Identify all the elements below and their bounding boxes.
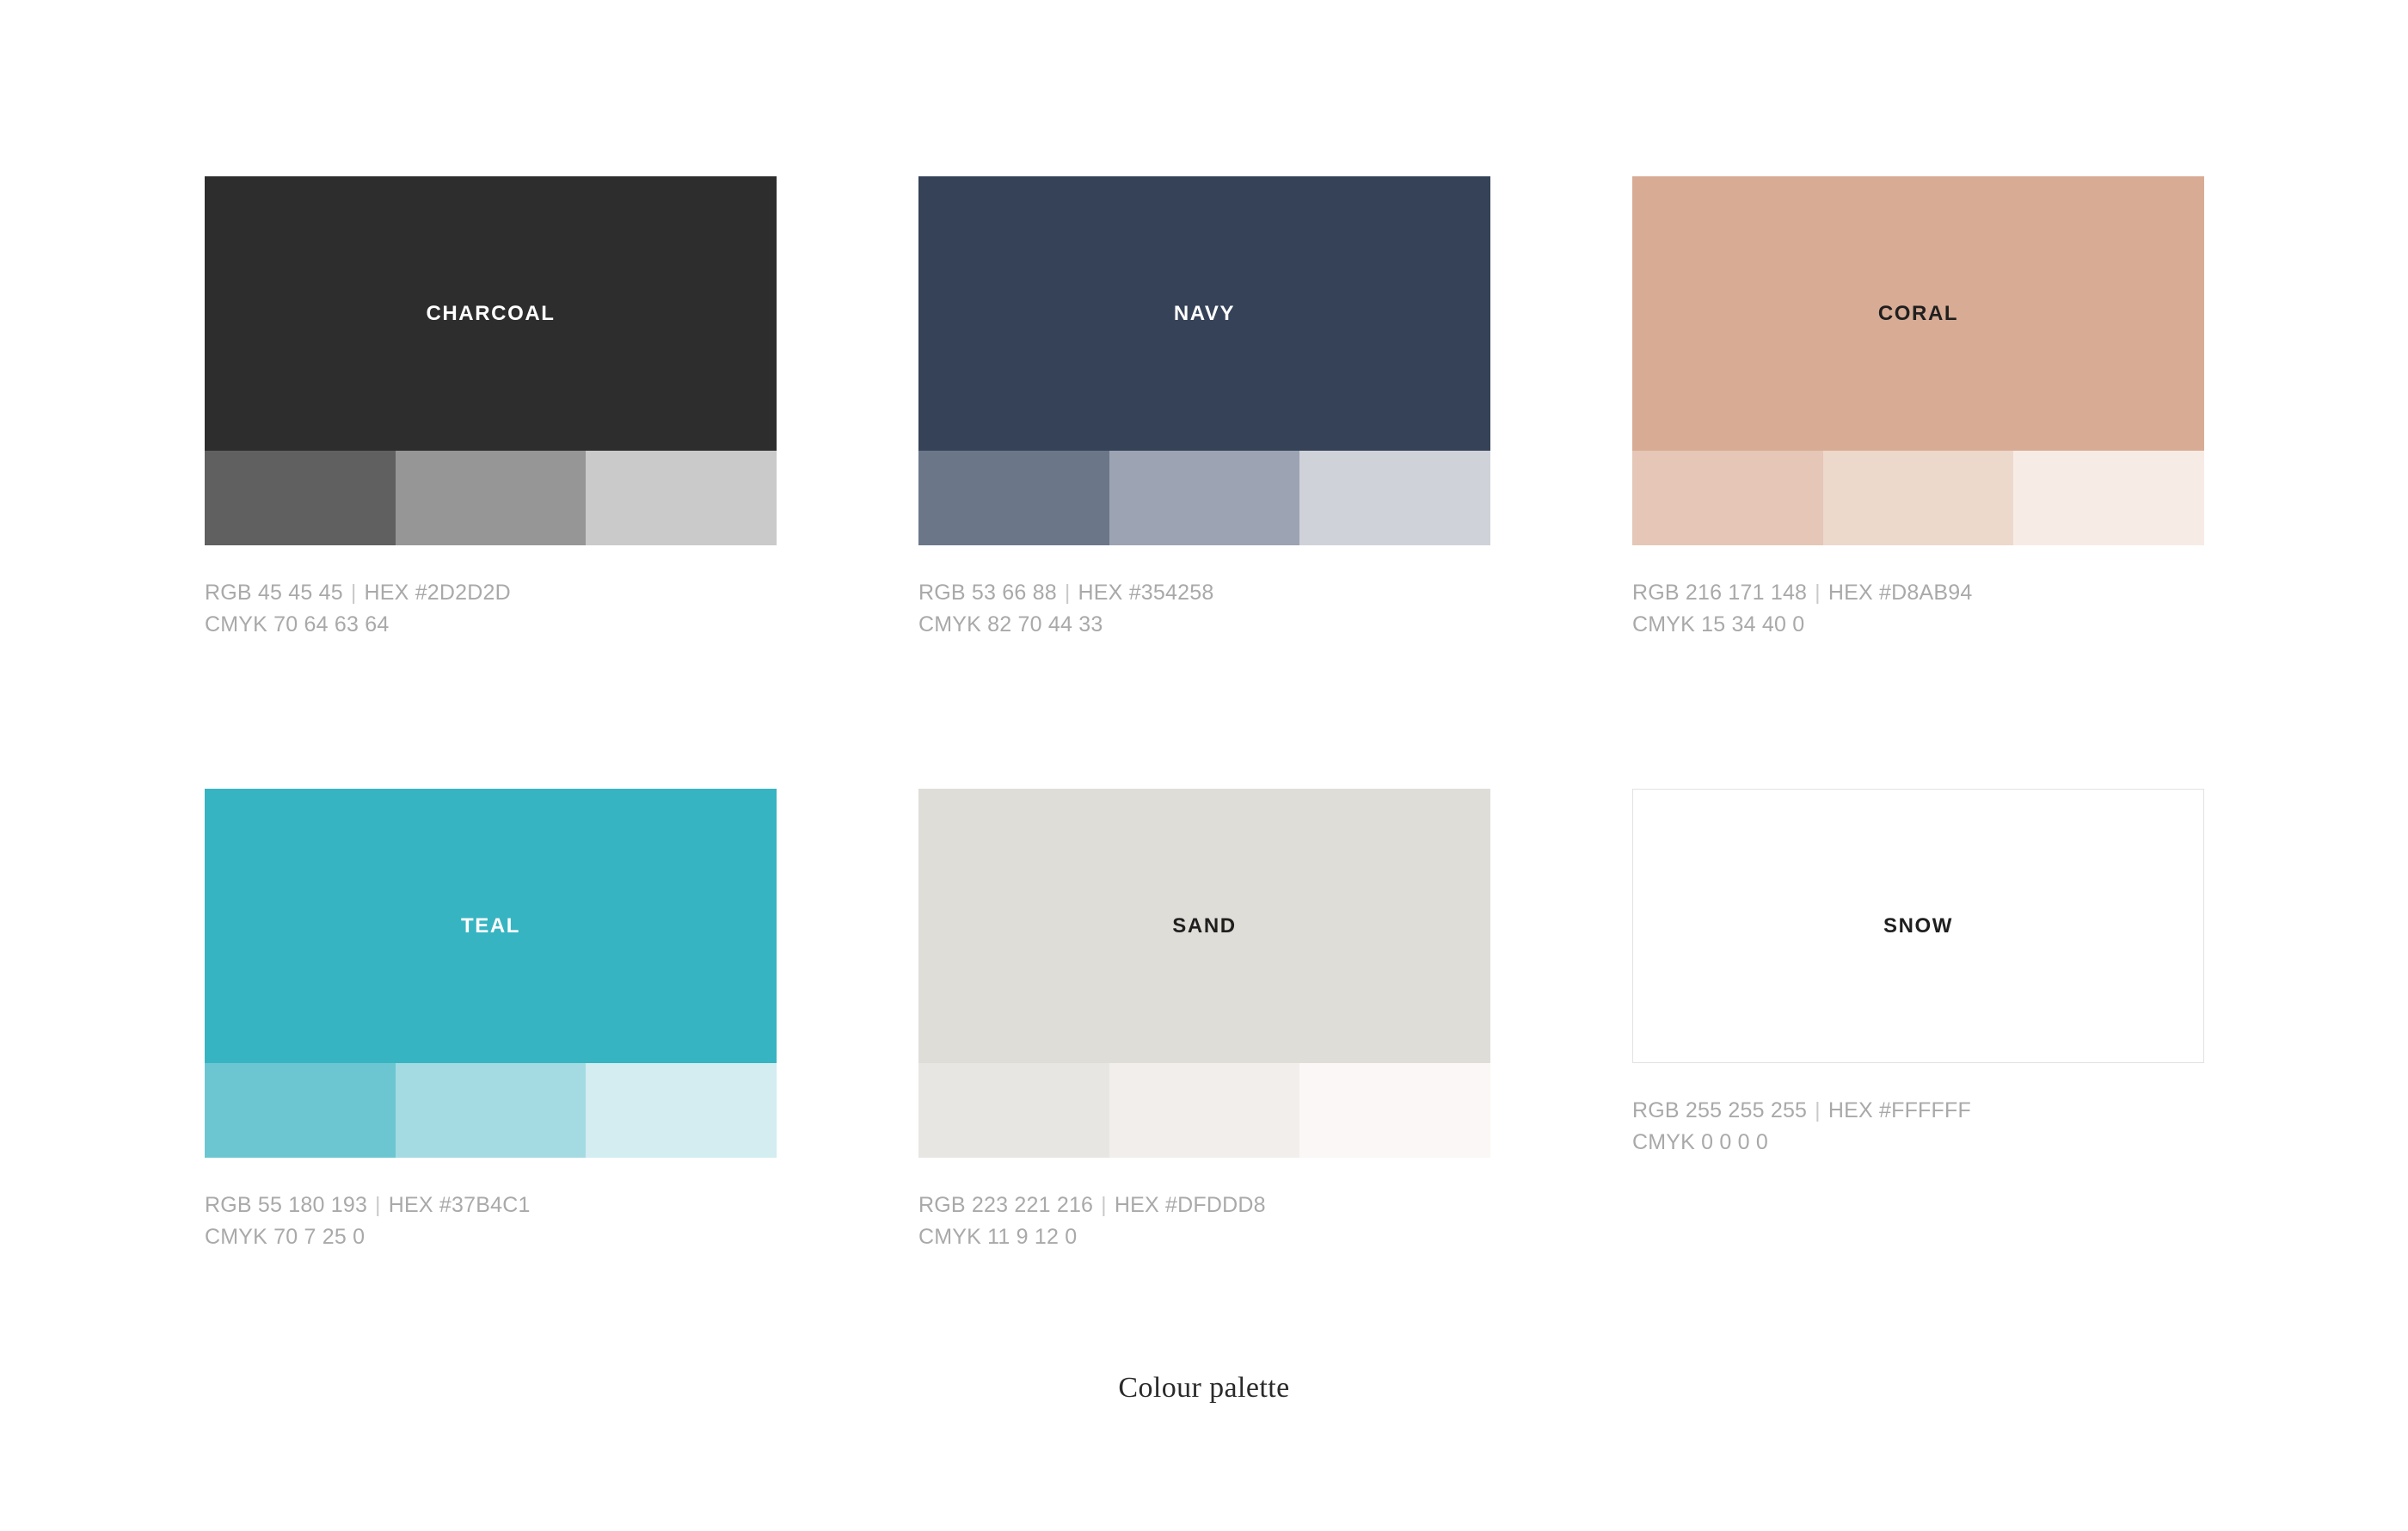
tint-teal-2 (395, 1063, 587, 1158)
swatch-rgb-value-charcoal: RGB 45 45 45 (205, 581, 343, 605)
tint-navy-3 (1299, 451, 1491, 545)
swatch-hex-value-charcoal: HEX #2D2D2D (364, 581, 511, 605)
swatch-caption-coral: RGB 216 171 148 | HEX #D8AB94 CMYK 15 34 40… (1632, 577, 2204, 641)
swatch-rgb-hex-line-sand: RGB 223 221 216 | HEX #DFDDD8 (918, 1190, 1490, 1221)
swatch-cmyk-value-charcoal: CMYK 70 64 63 64 (205, 612, 390, 636)
tint-coral-2 (1822, 451, 2014, 545)
swatch-label-coral: CORAL (1877, 301, 1959, 325)
swatch-rgb-hex-line-coral: RGB 216 171 148 | HEX #D8AB94 (1632, 577, 2204, 609)
swatch-rgb-hex-line-navy: RGB 53 66 88 | HEX #354258 (918, 577, 1490, 609)
tint-charcoal-2 (395, 451, 587, 545)
swatch-caption-navy: RGB 53 66 88 | HEX #354258 CMYK 82 70 44 33 (918, 577, 1490, 641)
swatch-rgb-hex-line-charcoal: RGB 45 45 45 | HEX #2D2D2D (205, 577, 777, 609)
swatch-caption-divider-snow: | (1815, 1098, 1821, 1122)
swatch-rgb-value-sand: RGB 223 221 216 (918, 1193, 1094, 1217)
tint-strip-coral (1632, 451, 2205, 545)
swatch-rgb-value-snow: RGB 255 255 255 (1632, 1098, 1808, 1122)
swatch-label-charcoal: CHARCOAL (426, 301, 556, 325)
swatch-label-teal: TEAL (460, 913, 521, 938)
swatch-caption-divider-teal: | (375, 1193, 381, 1217)
swatch-rgb-value-coral: RGB 216 171 148 (1632, 581, 1808, 605)
swatch-caption-divider-navy: | (1064, 581, 1071, 605)
swatch-rgb-value-teal: RGB 55 180 193 (205, 1193, 368, 1217)
tint-coral-1 (1632, 451, 1823, 545)
tint-sand-2 (1109, 1063, 1300, 1158)
swatch-caption-divider-coral: | (1815, 581, 1821, 605)
tint-navy-2 (1109, 451, 1300, 545)
swatch-cmyk-value-coral: CMYK 15 34 40 0 (1632, 612, 1805, 636)
tint-coral-3 (2013, 451, 2205, 545)
swatch-rgb-hex-line-teal: RGB 55 180 193 | HEX #37B4C1 (205, 1190, 777, 1221)
swatch-main-block-teal: TEAL (205, 789, 777, 1063)
swatch-caption-snow: RGB 255 255 255 | HEX #FFFFFF CMYK 0 0 0 0 (1632, 1095, 2204, 1159)
swatch-label-navy: NAVY (1173, 301, 1236, 325)
swatch-main-block-snow: SNOW (1632, 789, 2204, 1063)
swatch-card-snow: SNOW RGB 255 255 255 | HEX #FFFFFF CMYK 0 0 … (1632, 789, 2204, 1253)
figure-caption: Colour palette (1118, 1372, 1290, 1404)
tint-strip-sand (918, 1063, 1491, 1158)
tint-charcoal-1 (205, 451, 396, 545)
swatch-hex-value-navy: HEX #354258 (1078, 581, 1214, 605)
tint-sand-1 (918, 1063, 1109, 1158)
swatch-card-navy: NAVY RGB 53 66 88 | HEX #354258 CMYK 82 70 4… (918, 176, 1491, 641)
swatch-label-snow: SNOW (1883, 913, 1954, 938)
swatch-cmyk-value-teal: CMYK 70 7 25 0 (205, 1225, 366, 1249)
tint-strip-navy (918, 451, 1491, 545)
tint-navy-1 (918, 451, 1109, 545)
tint-charcoal-3 (586, 451, 777, 545)
swatch-hex-value-teal: HEX #37B4C1 (388, 1193, 531, 1217)
tint-strip-teal (205, 1063, 777, 1158)
swatch-main-block-coral: CORAL (1632, 176, 2204, 451)
swatch-card-sand: SAND RGB 223 221 216 | HEX #DFDDD8 CMYK 11 9… (918, 789, 1491, 1253)
swatch-caption-divider-sand: | (1101, 1193, 1107, 1217)
tint-teal-1 (205, 1063, 396, 1158)
swatch-cmyk-value-navy: CMYK 82 70 44 33 (918, 612, 1103, 636)
swatch-cmyk-value-snow: CMYK 0 0 0 0 (1632, 1130, 1769, 1154)
swatch-main-block-navy: NAVY (918, 176, 1490, 451)
swatch-caption-teal: RGB 55 180 193 | HEX #37B4C1 CMYK 70 7 25 0 (205, 1190, 777, 1253)
swatch-label-sand: SAND (1172, 913, 1237, 938)
swatch-main-block-charcoal: CHARCOAL (205, 176, 777, 451)
swatch-cmyk-value-sand: CMYK 11 9 12 0 (918, 1225, 1078, 1249)
swatch-rgb-value-navy: RGB 53 66 88 (918, 581, 1057, 605)
swatch-caption-sand: RGB 223 221 216 | HEX #DFDDD8 CMYK 11 9 12 … (918, 1190, 1490, 1253)
swatch-card-charcoal: CHARCOAL RGB 45 45 45 | HEX #2D2D2D CMYK 70 … (205, 176, 777, 641)
swatch-hex-value-sand: HEX #DFDDD8 (1114, 1193, 1266, 1217)
swatch-main-block-sand: SAND (918, 789, 1490, 1063)
swatch-card-teal: TEAL RGB 55 180 193 | HEX #37B4C1 CMYK 70 7 … (205, 789, 777, 1253)
tint-teal-3 (586, 1063, 777, 1158)
swatch-caption-divider-charcoal: | (350, 581, 357, 605)
tint-strip-charcoal (205, 451, 777, 545)
tint-sand-3 (1299, 1063, 1491, 1158)
swatch-grid: CHARCOAL RGB 45 45 45 | HEX #2D2D2D CMYK 70 … (205, 176, 2205, 1253)
colour-palette-page: CHARCOAL RGB 45 45 45 | HEX #2D2D2D CMYK 70 … (0, 0, 2408, 1531)
swatch-hex-value-coral: HEX #D8AB94 (1828, 581, 1973, 605)
swatch-hex-value-snow: HEX #FFFFFF (1828, 1098, 1971, 1122)
swatch-rgb-hex-line-snow: RGB 255 255 255 | HEX #FFFFFF (1632, 1095, 2204, 1127)
swatch-caption-charcoal: RGB 45 45 45 | HEX #2D2D2D CMYK 70 64 63 64 (205, 577, 777, 641)
swatch-card-coral: CORAL RGB 216 171 148 | HEX #D8AB94 CMYK 15 … (1632, 176, 2205, 641)
